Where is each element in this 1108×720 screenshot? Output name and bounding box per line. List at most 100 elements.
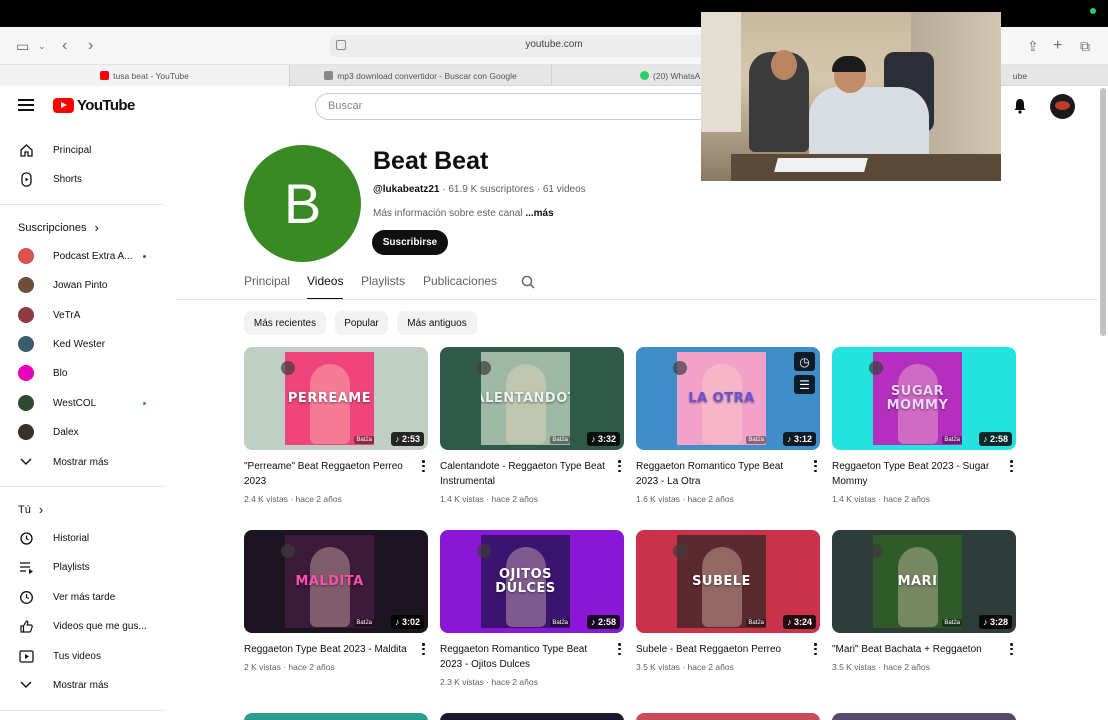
more-options-icon[interactable] — [422, 643, 426, 655]
chip-popular[interactable]: Popular — [335, 311, 388, 335]
sidebar-item-subscription[interactable]: Dalex — [18, 420, 158, 444]
sidebar-item-shorts[interactable]: Shorts — [18, 167, 158, 191]
video-title[interactable]: "Mari" Beat Bachata + Reggaeton — [832, 642, 1000, 657]
back-icon[interactable]: ‹ — [62, 37, 67, 55]
browser-tab[interactable]: ube — [1000, 65, 1040, 86]
channel-description[interactable]: Más información sobre este canal ...más — [373, 208, 554, 219]
vinyl-icon — [477, 544, 491, 558]
video-thumbnail-partial[interactable] — [832, 713, 1016, 720]
video-card[interactable]: SUGAR MOMMY Bat2a ♪ 2:58 Reggaeton Type Bea… — [832, 347, 1016, 504]
sidebar-item-liked-videos[interactable]: Videos que me gus... — [18, 614, 158, 638]
more-options-icon[interactable] — [1010, 643, 1014, 655]
tab-videos[interactable]: Videos — [307, 274, 344, 300]
video-title[interactable]: Reggaeton Romantico Type Beat 2023 - La … — [636, 459, 804, 489]
video-meta: 2 K vistas · hace 2 años — [244, 662, 335, 672]
more-options-icon[interactable] — [618, 460, 622, 472]
chevron-down-icon[interactable]: ⌄ — [38, 37, 46, 55]
sidebar-item-label: Tus videos — [53, 650, 101, 662]
video-card[interactable]: LA OTRA Bat2a ♪ 3:12 ◷ ☰ Reggaeton Romantico … — [636, 347, 820, 504]
scrollbar[interactable] — [1100, 88, 1106, 336]
sidebar-item-playlists[interactable]: Playlists — [18, 555, 158, 579]
video-thumbnail[interactable]: LA OTRA Bat2a ♪ 3:12 ◷ ☰ — [636, 347, 820, 450]
browser-tab[interactable]: (20) WhatsA — [552, 65, 702, 86]
sidebar-item-watch-later[interactable]: Ver más tarde — [18, 585, 158, 609]
video-meta: 2.3 K vistas · hace 2 años — [440, 677, 538, 687]
subscribe-button[interactable]: Suscribirse — [372, 230, 448, 255]
forward-icon[interactable]: › — [88, 37, 93, 55]
video-thumbnail[interactable]: MALDITA Bat2a ♪ 3:02 — [244, 530, 428, 633]
tab-playlists[interactable]: Playlists — [361, 274, 405, 300]
video-card[interactable]: PERREAME Bat2a ♪ 2:53 "Perreame" Beat Regga… — [244, 347, 428, 504]
video-card[interactable]: MALDITA Bat2a ♪ 3:02 Reggaeton Type Beat 20… — [244, 530, 428, 672]
video-thumbnail-partial[interactable] — [636, 713, 820, 720]
chip-oldest[interactable]: Más antiguos — [397, 311, 477, 335]
youtube-play-icon — [53, 98, 74, 113]
video-thumbnail[interactable]: CALENTANDOTE Bat2a ♪ 3:32 — [440, 347, 624, 450]
video-title[interactable]: Reggaeton Romantico Type Beat 2023 - Oji… — [440, 642, 608, 672]
video-meta: 1.4 K vistas · hace 2 años — [440, 494, 538, 504]
separator: · — [875, 662, 884, 672]
browser-tab-label: (20) WhatsA — [653, 70, 701, 81]
sidebar-item-subscription[interactable]: Blo — [18, 361, 158, 385]
video-thumbnail[interactable]: OJITOS DULCES Bat2a ♪ 2:58 — [440, 530, 624, 633]
youtube-logo[interactable]: YouTube — [53, 97, 135, 114]
sidebar-toggle-icon[interactable]: ▭ — [16, 37, 29, 55]
more-options-icon[interactable] — [422, 460, 426, 472]
video-thumbnail[interactable]: PERREAME Bat2a ♪ 2:53 — [244, 347, 428, 450]
show-more-subscriptions[interactable]: Mostrar más — [18, 450, 158, 474]
search-input[interactable]: Buscar — [315, 93, 715, 120]
video-thumbnail[interactable]: MARI Bat2a ♪ 3:28 — [832, 530, 1016, 633]
video-title[interactable]: Calentandote - Reggaeton Type Beat Instr… — [440, 459, 608, 489]
video-title[interactable]: Reggaeton Type Beat 2023 - Maldita — [244, 642, 412, 657]
add-to-queue-icon[interactable]: ☰ — [794, 375, 815, 394]
sidebar-item-subscription[interactable]: Podcast Extra A... — [18, 244, 158, 268]
video-card[interactable]: SUBELE Bat2a ♪ 3:24 Subele - Beat Reggaeton… — [636, 530, 820, 672]
thumbnail-title: LA OTRA — [688, 390, 755, 406]
tab-publicaciones[interactable]: Publicaciones — [423, 274, 497, 300]
search-placeholder: Buscar — [328, 100, 363, 112]
sidebar-item-history[interactable]: Historial — [18, 526, 158, 550]
sidebar-item-subscription[interactable]: Jowan Pinto — [18, 273, 158, 297]
video-title[interactable]: Subele - Beat Reggaeton Perreo — [636, 642, 804, 657]
show-more-you[interactable]: Mostrar más — [18, 673, 158, 697]
video-card[interactable]: OJITOS DULCES Bat2a ♪ 2:58 Reggaeton Romant… — [440, 530, 624, 687]
share-icon[interactable]: ⇪ — [1027, 37, 1039, 55]
view-count: 3.5 K vistas — [832, 662, 876, 672]
video-card[interactable]: MARI Bat2a ♪ 3:28 "Mari" Beat Bachata + Reg… — [832, 530, 1016, 672]
more-options-icon[interactable] — [814, 460, 818, 472]
video-thumbnail-partial[interactable] — [440, 713, 624, 720]
menu-icon[interactable] — [18, 99, 34, 111]
avatar[interactable] — [1050, 94, 1075, 119]
tab-principal[interactable]: Principal — [244, 274, 290, 300]
more-options-icon[interactable] — [814, 643, 818, 655]
video-title[interactable]: "Perreame" Beat Reggaeton Perreo 2023 — [244, 459, 412, 489]
more-options-icon[interactable] — [1010, 460, 1014, 472]
sidebar-item-home[interactable]: Principal — [18, 138, 158, 162]
more-options-icon[interactable] — [618, 643, 622, 655]
subscriptions-heading[interactable]: Suscripciones › — [18, 220, 99, 235]
playlists-icon — [18, 559, 34, 575]
chip-most-recent[interactable]: Más recientes — [244, 311, 326, 335]
video-title[interactable]: Reggaeton Type Beat 2023 - Sugar Mommy — [832, 459, 1000, 489]
sidebar-item-subscription[interactable]: VeTrA — [18, 303, 158, 327]
bell-icon[interactable] — [1013, 98, 1027, 114]
video-thumbnail[interactable]: SUBELE Bat2a ♪ 3:24 — [636, 530, 820, 633]
you-heading[interactable]: Tú › — [18, 502, 43, 517]
thumbnail-watermark: Bat2a — [942, 619, 962, 627]
watch-later-icon[interactable]: ◷ — [794, 352, 815, 371]
browser-tab[interactable]: tusa beat - YouTube — [0, 65, 290, 86]
new-tab-icon[interactable]: + — [1053, 37, 1062, 55]
sidebar-item-label: Jowan Pinto — [53, 279, 108, 291]
browser-tab[interactable]: mp3 download convertidor - Buscar con Go… — [290, 65, 552, 86]
sidebar-item-subscription[interactable]: WestCOL — [18, 391, 158, 415]
channel-description-more[interactable]: ...más — [525, 208, 553, 219]
sidebar-item-your-videos[interactable]: Tus videos — [18, 644, 158, 668]
search-icon[interactable] — [521, 275, 535, 289]
sidebar-item-subscription[interactable]: Ked Wester — [18, 332, 158, 356]
video-thumbnail[interactable]: SUGAR MOMMY Bat2a ♪ 2:58 — [832, 347, 1016, 450]
channel-avatar-icon — [18, 248, 34, 264]
video-card[interactable]: CALENTANDOTE Bat2a ♪ 3:32 Calentandote - Re… — [440, 347, 624, 504]
video-thumbnail-partial[interactable] — [244, 713, 428, 720]
tab-overview-icon[interactable]: ⧉ — [1080, 37, 1090, 55]
channel-avatar-icon — [18, 277, 34, 293]
